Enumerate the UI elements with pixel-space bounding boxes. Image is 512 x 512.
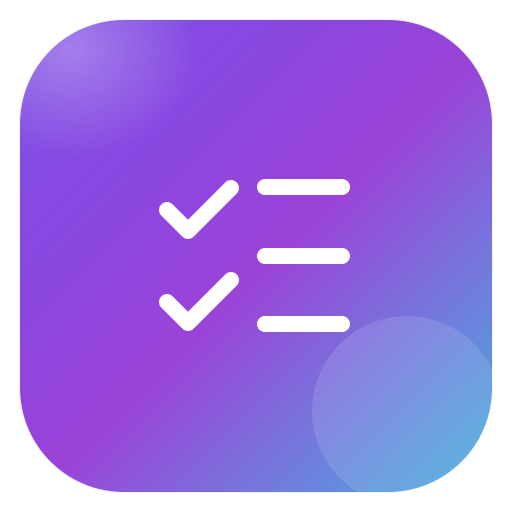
checklist-icon	[159, 179, 350, 332]
checkmark-icon	[159, 180, 239, 239]
app-icon[interactable]	[20, 20, 492, 492]
checkmark-icon	[159, 272, 239, 331]
